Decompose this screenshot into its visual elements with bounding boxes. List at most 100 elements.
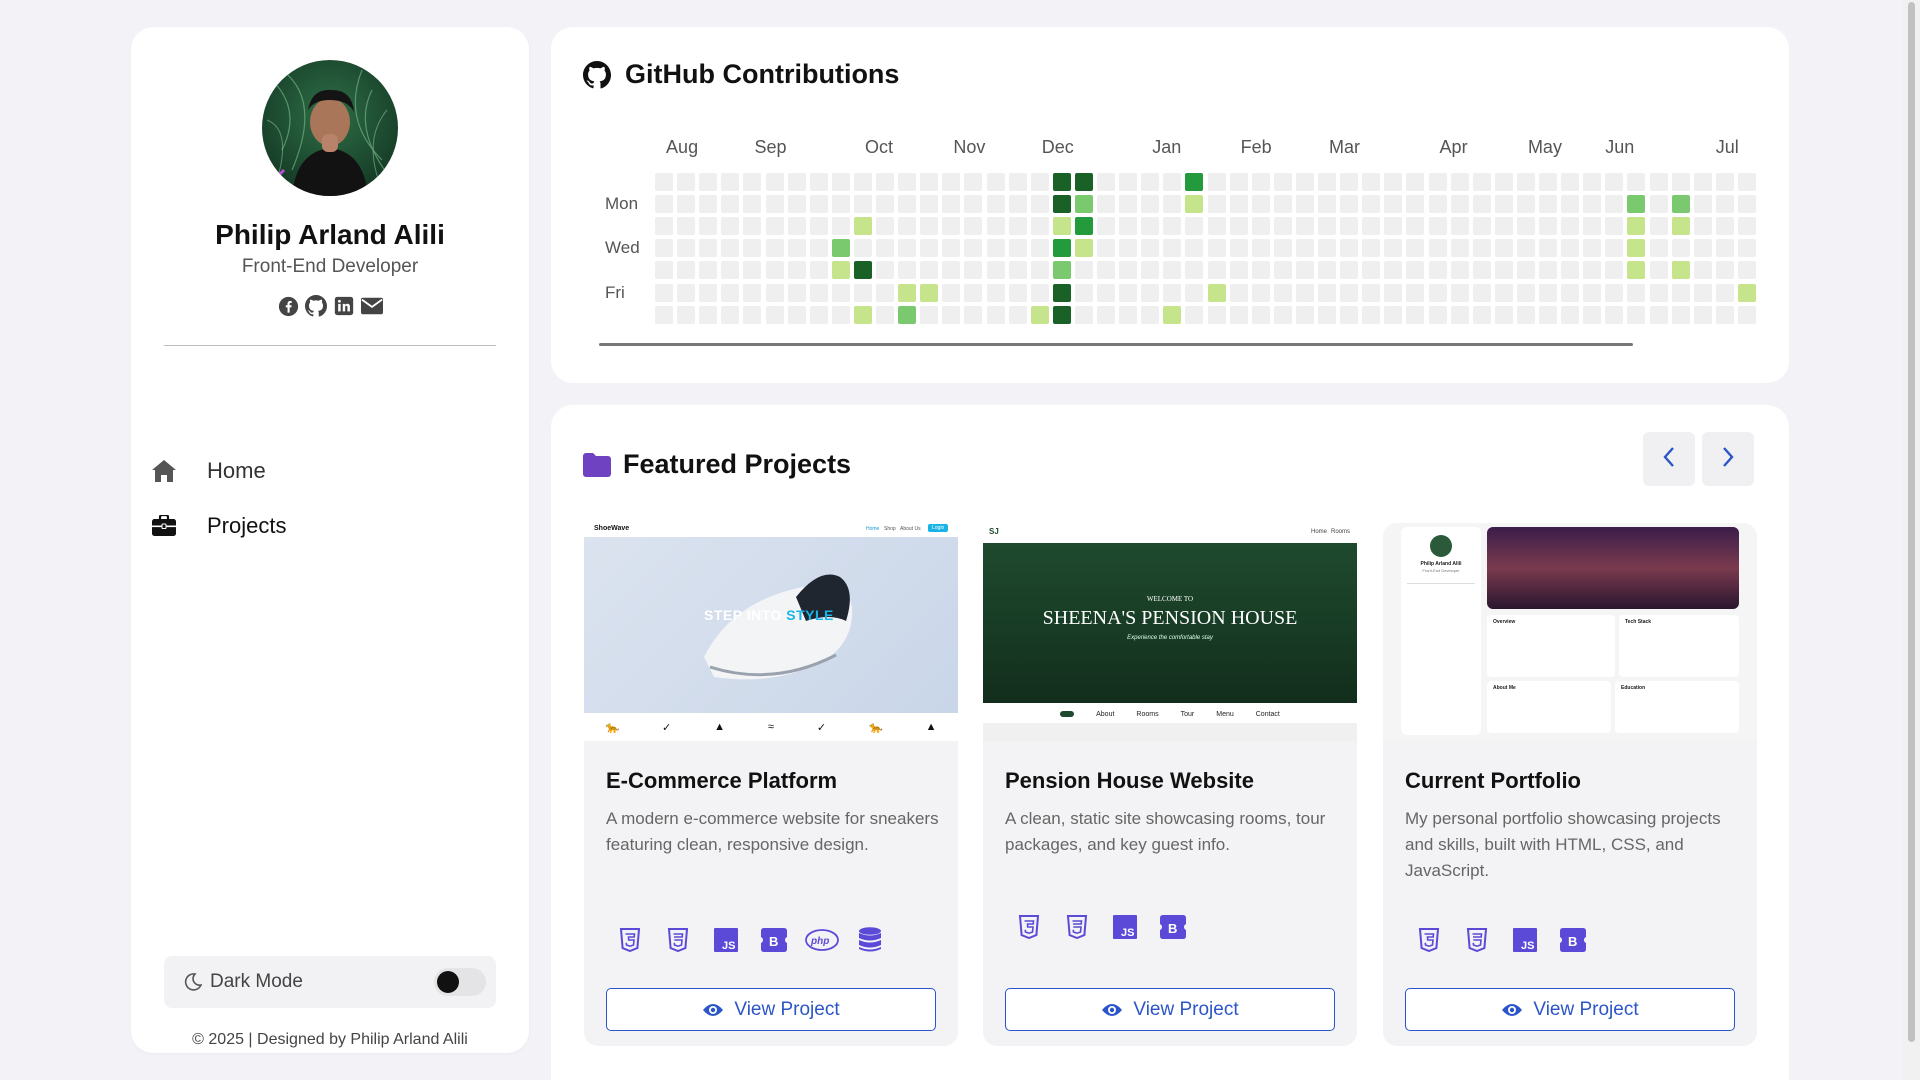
chevron-right-icon — [1721, 446, 1735, 473]
github-icon[interactable] — [305, 295, 327, 317]
contribution-cell — [787, 217, 806, 236]
contribution-cell — [677, 195, 696, 214]
contribution-cell — [1251, 261, 1270, 280]
shot-menu-rooms: Rooms — [1331, 529, 1351, 535]
contribution-cell — [1649, 283, 1668, 302]
profile-name: Philip Arland Alili — [215, 219, 445, 250]
shot-welcome: WELCOME TO — [1146, 595, 1194, 603]
contribution-cell — [1671, 239, 1690, 258]
contribution-cell — [1693, 283, 1712, 302]
contribution-cell — [1649, 261, 1668, 280]
github-title-text: GitHub Contributions — [625, 59, 900, 89]
contribution-cell — [1251, 173, 1270, 191]
profile-role: Front-End Developer — [241, 256, 419, 277]
contribution-cell — [1671, 283, 1690, 302]
shot-hero: STEP INTO STYLE — [584, 537, 958, 713]
contribution-cell — [1163, 217, 1182, 236]
month-label: Jul — [1715, 137, 1739, 157]
contribution-cell — [1737, 173, 1756, 191]
contribution-cell — [1583, 217, 1602, 236]
month-labels: Aug Sep Oct Nov Dec Jan Feb Mar Apr May Jun Jul — [551, 137, 1789, 161]
contribution-cell — [1097, 305, 1115, 324]
contribution-cell — [876, 283, 894, 302]
contribution-cell — [1273, 239, 1292, 258]
contribution-cell — [898, 239, 917, 258]
scrollbar-thumb[interactable] — [1908, 2, 1915, 1042]
contribution-cell — [1450, 217, 1469, 236]
contribution-cell — [986, 195, 1005, 214]
contribution-cell — [721, 239, 740, 258]
contribution-cell — [1384, 283, 1403, 302]
contribution-scrollbar[interactable] — [599, 343, 1633, 346]
contribution-cell — [1052, 239, 1071, 258]
contribution-cell — [1516, 217, 1535, 236]
contribution-cell — [1516, 283, 1535, 302]
shot-avatar — [1430, 535, 1452, 557]
project-description: A modern e-commerce website for sneakers… — [606, 809, 939, 854]
contribution-cell — [1185, 217, 1204, 236]
contribution-cell — [677, 173, 696, 191]
contribution-cell — [1119, 261, 1138, 280]
view-project-button[interactable]: View Project — [1005, 988, 1335, 1031]
shot-overview-panel: Overview — [1487, 615, 1615, 677]
contribution-cell — [1406, 283, 1425, 302]
contribution-cell — [853, 195, 872, 214]
email-icon[interactable] — [361, 295, 383, 317]
contribution-cell — [1693, 239, 1712, 258]
contribution-cell — [1583, 261, 1602, 280]
contribution-cell — [1671, 217, 1690, 236]
contribution-cell — [920, 283, 939, 302]
contribution-cell — [1583, 305, 1602, 324]
contribution-cell — [1340, 261, 1359, 280]
carousel-next-button[interactable] — [1702, 432, 1754, 486]
page-scrollbar[interactable] — [1903, 0, 1920, 1080]
contribution-cell — [743, 217, 762, 236]
contribution-cell — [1561, 217, 1580, 236]
php-icon: php — [798, 924, 846, 956]
contribution-cell — [1097, 217, 1115, 236]
dark-mode-toggle[interactable] — [434, 968, 486, 996]
carousel-prev-button[interactable] — [1643, 432, 1695, 486]
projects-title: Featured Projects — [583, 449, 851, 480]
contribution-cell — [1318, 239, 1336, 258]
contribution-cell — [1251, 217, 1270, 236]
nav-projects[interactable]: Projects — [151, 506, 511, 546]
month-label: Nov — [953, 137, 986, 157]
contribution-cell — [765, 305, 784, 324]
linkedin-icon[interactable] — [333, 295, 355, 317]
contribution-cell — [699, 283, 718, 302]
contribution-cell — [787, 305, 806, 324]
contribution-cell — [1229, 283, 1248, 302]
contribution-cell — [1097, 283, 1115, 302]
contribution-cell — [986, 173, 1005, 191]
contribution-cell — [1428, 195, 1447, 214]
contribution-cell — [1074, 173, 1093, 191]
shot-menu-home: Home — [866, 526, 880, 532]
view-project-button[interactable]: View Project — [606, 988, 936, 1031]
contribution-cell — [1008, 239, 1027, 258]
contribution-cell — [920, 195, 939, 214]
day-label: Mon — [605, 194, 639, 214]
contribution-cell — [1715, 217, 1734, 236]
nav-projects-label: Projects — [207, 513, 287, 538]
contribution-cell — [809, 239, 828, 258]
contribution-cell — [1229, 239, 1248, 258]
contribution-cell — [898, 217, 917, 236]
contribution-cell — [1494, 305, 1513, 324]
shot-about-label: About Me — [1493, 685, 1516, 691]
contribution-cell — [1384, 261, 1403, 280]
facebook-icon[interactable] — [277, 295, 299, 317]
contribution-cell — [1207, 239, 1226, 258]
shot-banner — [1487, 527, 1739, 609]
month-label: Dec — [1041, 137, 1074, 157]
nav-home[interactable]: Home — [151, 451, 511, 491]
contribution-cell — [699, 239, 718, 258]
view-project-button[interactable]: View Project — [1405, 988, 1735, 1031]
contribution-cell — [765, 173, 784, 191]
contribution-cell — [1008, 195, 1027, 214]
contribution-cell — [1141, 217, 1160, 236]
contribution-cell — [1141, 305, 1160, 324]
home-icon — [151, 458, 177, 484]
contribution-cell — [1295, 261, 1314, 280]
contribution-cell — [765, 195, 784, 214]
